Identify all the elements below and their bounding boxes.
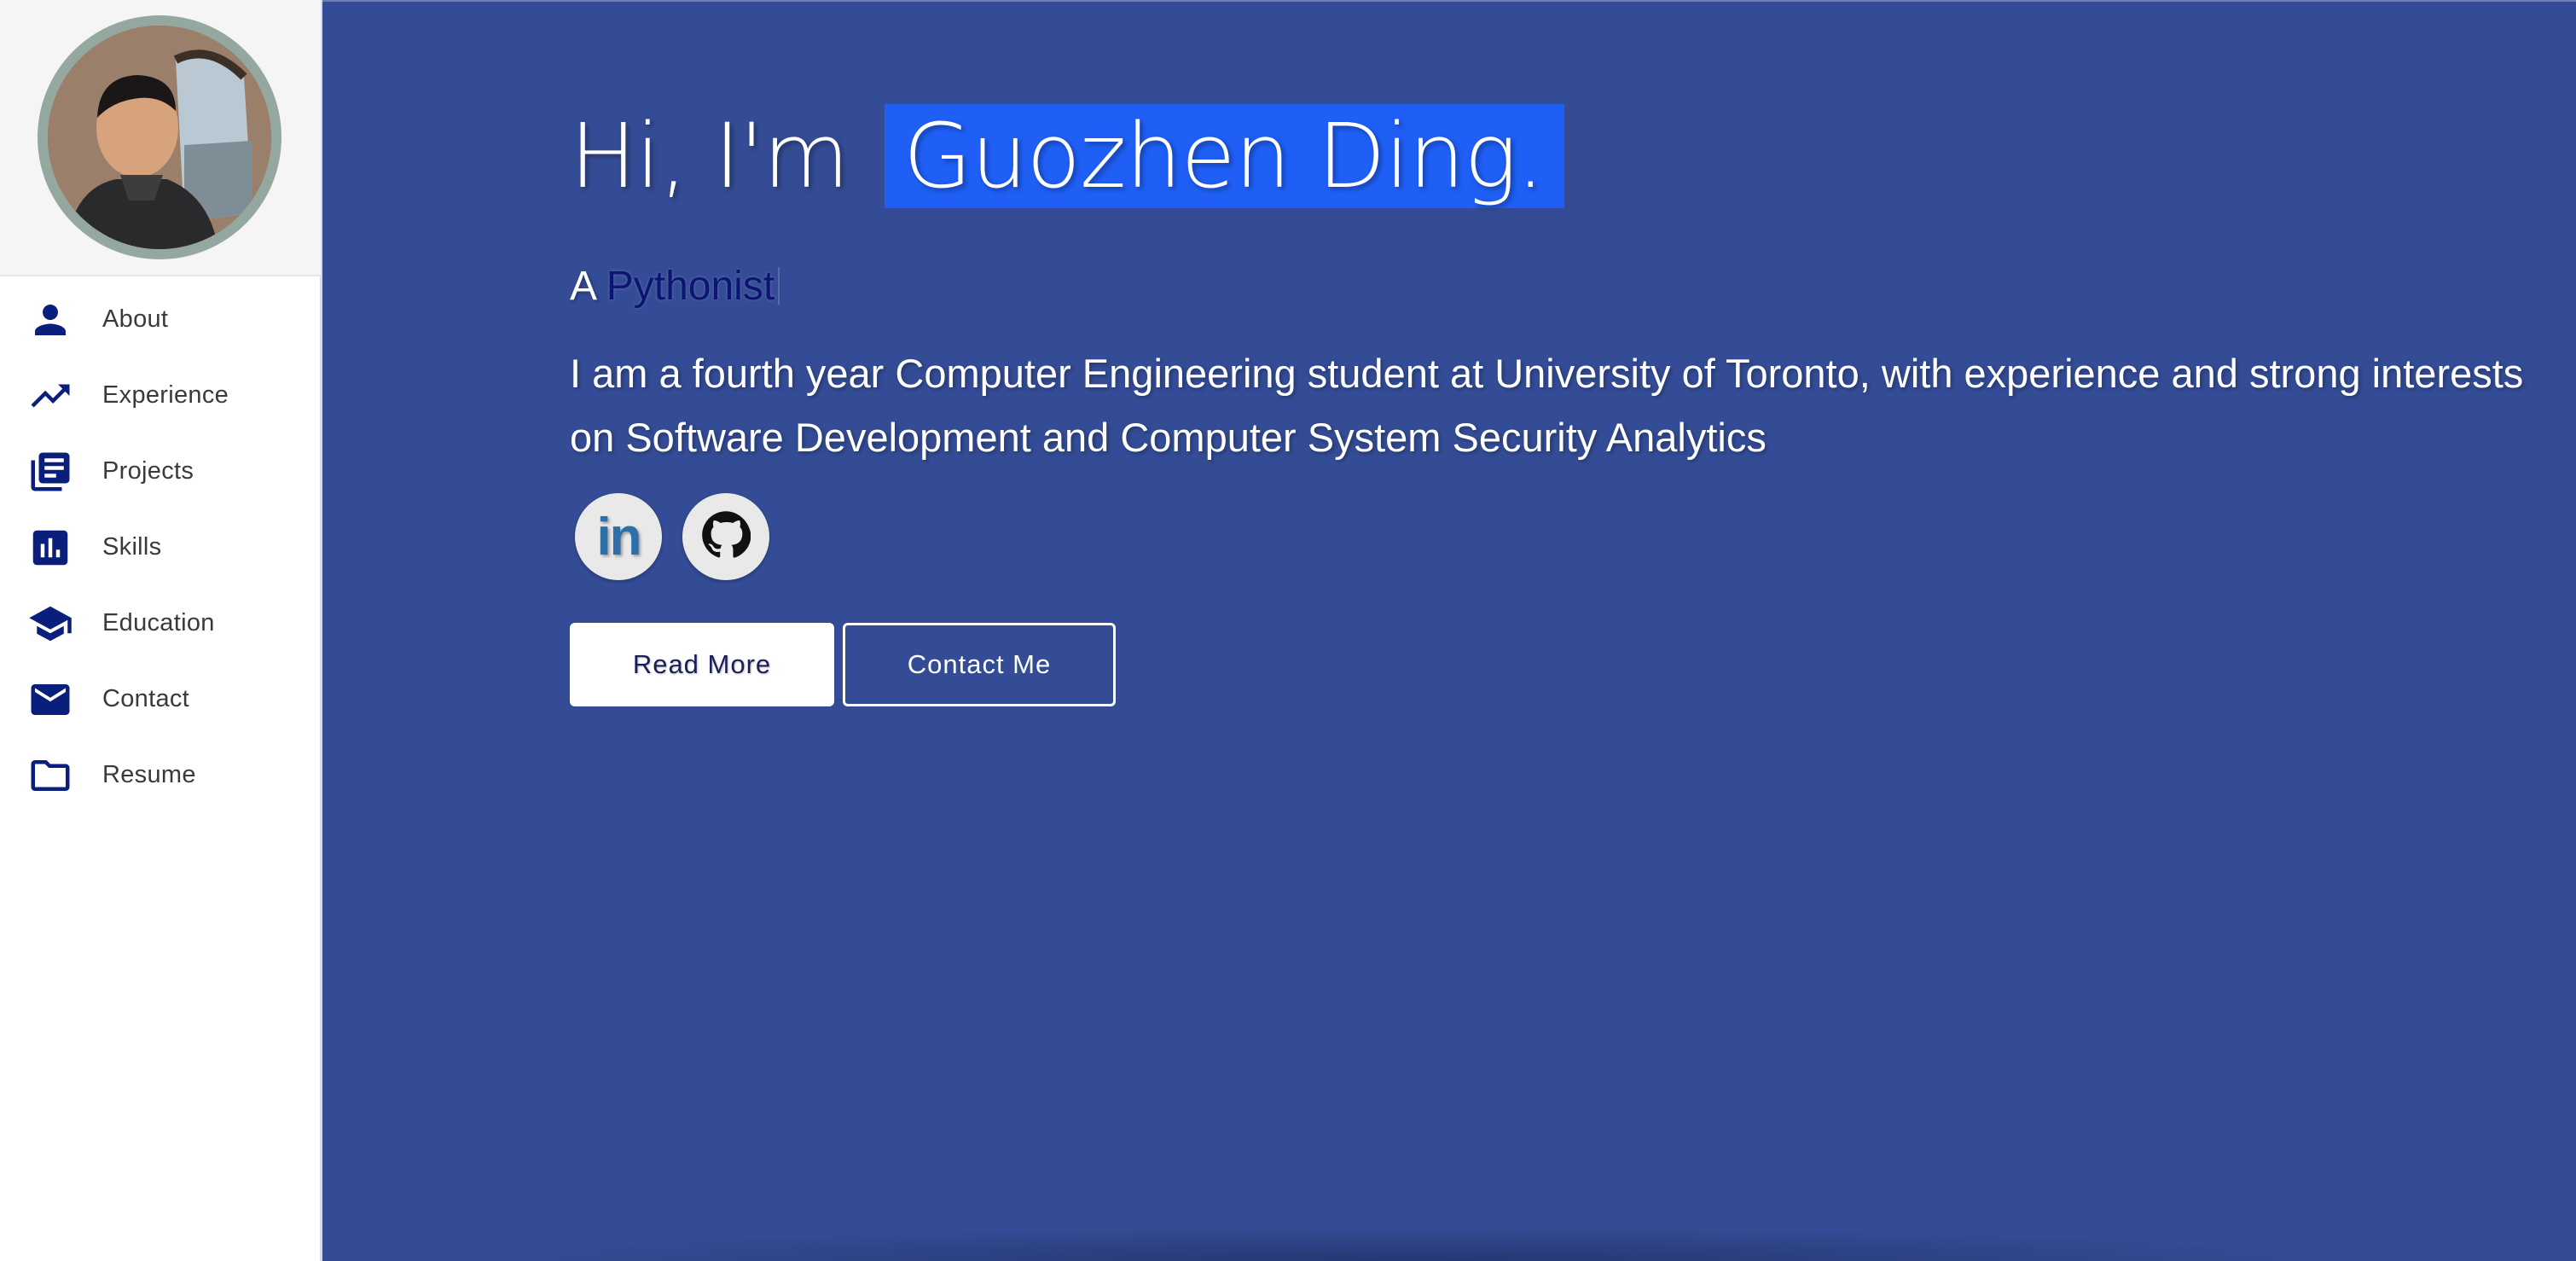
hero-subtitle: A Pythonist — [570, 263, 780, 310]
sidebar: About Experience Projects Skills Educati… — [0, 0, 322, 1261]
hero-bio: I am a fourth year Computer Engineering … — [570, 351, 2524, 460]
linkedin-icon: in — [596, 507, 641, 567]
typed-role: Pythonist — [606, 264, 775, 309]
subtitle-prefix: A — [570, 264, 595, 309]
sidebar-item-label: Resume — [102, 761, 196, 788]
sidebar-item-label: Contact — [102, 685, 190, 712]
avatar — [38, 15, 281, 259]
bar-chart-icon — [27, 525, 73, 571]
read-more-button[interactable]: Read More — [570, 623, 834, 706]
top-divider — [322, 0, 2576, 2]
sidebar-item-label: Projects — [102, 457, 194, 485]
sidebar-item-resume[interactable]: Resume — [0, 737, 321, 813]
trending-up-icon — [27, 373, 73, 419]
sidebar-item-experience[interactable]: Experience — [0, 357, 321, 433]
sidebar-item-label: Experience — [102, 381, 229, 409]
sidebar-item-label: Skills — [102, 533, 162, 561]
hero-headline: Hi, I'm Guozhen Ding. — [570, 99, 1564, 213]
sidebar-item-education[interactable]: Education — [0, 585, 321, 661]
sidebar-item-label: About — [102, 305, 169, 333]
sidebar-item-label: Education — [102, 609, 215, 636]
avatar-section — [0, 0, 321, 276]
hero-actions: Read More Contact Me — [570, 623, 1116, 706]
typing-caret — [778, 267, 780, 305]
bottom-shadow — [476, 1227, 2353, 1261]
github-button[interactable] — [682, 493, 769, 580]
linkedin-button[interactable]: in — [575, 493, 662, 580]
library-books-icon — [27, 449, 73, 495]
hero-section: Hi, I'm Guozhen Ding. A Pythonist I am a… — [322, 0, 2576, 1261]
sidebar-item-contact[interactable]: Contact — [0, 661, 321, 737]
mail-icon — [27, 677, 73, 723]
sidebar-nav: About Experience Projects Skills Educati… — [0, 282, 321, 813]
sidebar-item-skills[interactable]: Skills — [0, 509, 321, 585]
name-highlight: Guozhen Ding. — [884, 104, 1564, 208]
greeting-text: Hi, I'm — [570, 104, 850, 208]
social-links: in — [575, 493, 769, 580]
folder-icon — [27, 753, 73, 799]
profile-photo — [48, 26, 271, 249]
person-icon — [27, 297, 73, 343]
sidebar-item-projects[interactable]: Projects — [0, 433, 321, 509]
sidebar-item-about[interactable]: About — [0, 282, 321, 357]
contact-me-button[interactable]: Contact Me — [843, 623, 1116, 706]
school-icon — [27, 601, 73, 647]
github-icon — [701, 510, 751, 564]
